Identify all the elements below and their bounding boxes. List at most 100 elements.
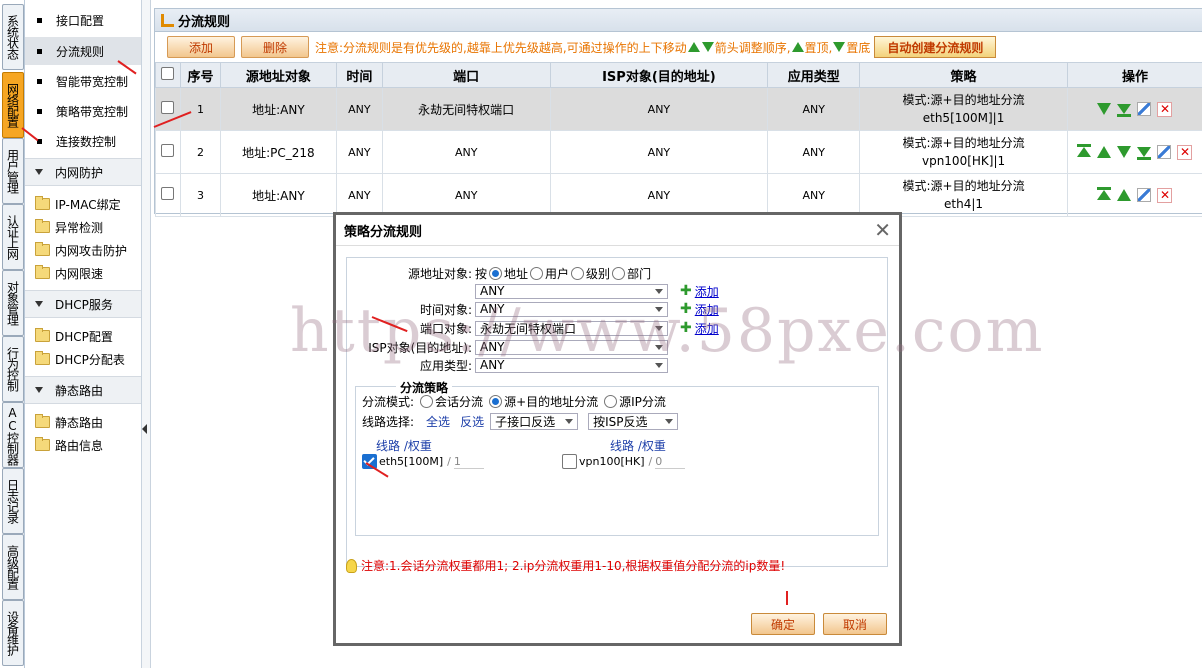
chevron-down-icon xyxy=(655,306,663,312)
row-checkbox[interactable] xyxy=(161,187,175,200)
dialog-title: 策略分流规则 xyxy=(344,224,423,240)
col-header-src: 源地址对象 xyxy=(219,62,337,88)
menu-item-split-rules[interactable]: 分流规则 xyxy=(25,37,141,65)
left-tab-6[interactable]: AC控制器 xyxy=(2,402,24,468)
add-button[interactable]: 添加 xyxy=(167,36,235,58)
move-bottom-icon[interactable] xyxy=(1117,104,1132,114)
move-top-icon[interactable] xyxy=(1097,190,1112,200)
left-tab-2[interactable]: 用户管理 xyxy=(2,138,24,204)
notice-text: 注意:分流规则是有优先级的,越靠上优先级越高,可通过操作的上下移动 箭头调整顺序… xyxy=(315,40,871,55)
menu-item-dhcp-table[interactable]: DHCP分配表 xyxy=(35,348,125,370)
menu-item-interface-config[interactable]: 接口配置 xyxy=(25,6,141,34)
isp-object-select[interactable]: ANY xyxy=(475,339,668,355)
radio-src-dst-split[interactable] xyxy=(489,395,503,408)
line-vpn100-weight[interactable]: 0 xyxy=(655,455,686,469)
add-src-link[interactable]: 添加 xyxy=(695,283,719,300)
move-top-icon[interactable] xyxy=(1077,147,1092,157)
split-mode-row: 分流模式: 会话分流 源+目的地址分流 源IP分流 xyxy=(362,395,666,409)
triangle-down-icon xyxy=(35,301,43,307)
add-time-link[interactable]: 添加 xyxy=(695,301,719,318)
col-header-isp: ISP对象(目的地址) xyxy=(549,62,769,88)
menu-item-lan-attack[interactable]: 内网攻击防护 xyxy=(35,239,127,261)
invert-link[interactable]: 反选 xyxy=(460,413,484,430)
menu-section-static-route[interactable]: 静态路由 xyxy=(25,376,141,404)
menu-section-lan-protect[interactable]: 内网防护 xyxy=(25,158,141,186)
left-tab-4[interactable]: 对象管理 xyxy=(2,270,24,336)
menu-item-route-info[interactable]: 路由信息 xyxy=(35,434,103,456)
sidebar-collapse-bar[interactable] xyxy=(142,0,151,668)
move-down-icon[interactable] xyxy=(1097,103,1112,115)
left-tab-7[interactable]: 日志记录 xyxy=(2,468,24,534)
move-up-icon[interactable] xyxy=(1097,146,1112,158)
delete-icon[interactable]: ✕ xyxy=(1177,144,1193,160)
edit-icon[interactable] xyxy=(1157,145,1172,159)
left-tab-0[interactable]: 系统状态 xyxy=(2,4,24,70)
bullet-icon xyxy=(37,78,42,84)
folder-icon xyxy=(35,265,50,279)
triangle-down-icon xyxy=(35,387,43,393)
move-up-icon[interactable] xyxy=(1117,189,1132,201)
col-header-policy: 策略 xyxy=(859,62,1068,88)
select-all-link[interactable]: 全选 xyxy=(426,413,450,430)
isp-invert-select[interactable]: 按ISP反选 xyxy=(588,413,679,430)
src-object-row: 源地址对象: 按 地址 用户 级别 部门 xyxy=(407,266,652,281)
left-tab-9[interactable]: 设备维护 xyxy=(2,600,24,666)
radio-user[interactable] xyxy=(530,266,544,280)
delete-icon[interactable]: ✕ xyxy=(1157,101,1173,117)
src-object-select[interactable]: ANY xyxy=(475,283,668,299)
select-all-checkbox[interactable] xyxy=(161,66,175,80)
folder-icon xyxy=(35,196,50,210)
move-down-icon[interactable] xyxy=(1117,146,1132,158)
chevron-down-icon xyxy=(655,288,663,294)
line-vpn100-checkbox[interactable] xyxy=(562,454,577,469)
bullet-icon xyxy=(37,17,42,23)
radio-department[interactable] xyxy=(612,266,626,280)
left-tab-8[interactable]: 高级配置 xyxy=(2,534,24,600)
radio-address[interactable] xyxy=(489,266,503,280)
sub-interface-invert-select[interactable]: 子接口反选 xyxy=(490,413,579,430)
radio-level[interactable] xyxy=(571,266,585,280)
left-tab-5[interactable]: 行为控制 xyxy=(2,336,24,402)
port-object-select[interactable]: 永劫无间特权端口 xyxy=(475,320,668,336)
lightbulb-icon xyxy=(346,558,357,573)
edit-icon[interactable] xyxy=(1137,102,1152,116)
time-object-row: 时间对象: ANY ✚ 添加 xyxy=(419,301,719,318)
move-bottom-icon[interactable] xyxy=(1137,147,1152,157)
line-weight-header-1: 线路 /权重 xyxy=(376,439,432,453)
split-rules-panel: 分流规则 添加 删除 注意:分流规则是有优先级的,越靠上优先级越高,可通过操作的… xyxy=(154,8,1202,217)
edit-icon[interactable] xyxy=(1137,188,1152,202)
table-row[interactable]: 1 地址:ANY ANY 永劫无间特权端口 ANY ANY 模式:源+目的地址分… xyxy=(155,87,1202,131)
policy-split-dialog: 策略分流规则 ✕ 源地址对象: 按 地址 用户 级别 部门 ANY ✚ 添加 时间… xyxy=(333,212,902,646)
ok-button[interactable]: 确定 xyxy=(751,613,815,635)
row-checkbox[interactable] xyxy=(161,101,175,114)
close-icon[interactable]: ✕ xyxy=(874,218,891,242)
delete-icon[interactable]: ✕ xyxy=(1157,187,1173,203)
table-row[interactable]: 2 地址:PC_218 ANY ANY ANY ANY 模式:源+目的地址分流 v… xyxy=(155,130,1202,174)
radio-session-split[interactable] xyxy=(420,395,434,408)
auto-create-rule-button[interactable]: 自动创建分流规则 xyxy=(874,36,997,58)
app-type-select[interactable]: ANY xyxy=(475,357,668,373)
menu-item-anomaly[interactable]: 异常检测 xyxy=(35,216,103,238)
left-vertical-tabs: 系统状态 网络配置 用户管理 认证上网 对象管理 行为控制 AC控制器 日志记录 高级配置 设备维… xyxy=(0,0,25,668)
table-row[interactable]: 3 地址:ANY ANY ANY ANY ANY 模式:源+目的地址分流 eth4… xyxy=(155,173,1202,217)
left-tab-3[interactable]: 认证上网 xyxy=(2,204,24,270)
col-header-port: 端口 xyxy=(381,62,551,88)
line-eth5-weight[interactable]: 1 xyxy=(453,455,484,469)
delete-button[interactable]: 删除 xyxy=(241,36,309,58)
menu-item-ip-mac[interactable]: IP-MAC绑定 xyxy=(35,193,121,215)
time-object-select[interactable]: ANY xyxy=(475,301,668,317)
menu-item-policy-bandwidth[interactable]: 策略带宽控制 xyxy=(25,97,141,125)
line-select-row: 线路选择: 全选 反选 子接口反选 按ISP反选 xyxy=(362,413,679,430)
menu-item-lan-limit[interactable]: 内网限速 xyxy=(35,262,103,284)
folder-icon xyxy=(35,328,50,342)
menu-section-dhcp[interactable]: DHCP服务 xyxy=(25,290,141,318)
add-port-link[interactable]: 添加 xyxy=(695,320,719,337)
chevron-down-icon xyxy=(665,419,674,424)
menu-item-static-route[interactable]: 静态路由 xyxy=(35,411,103,433)
menu-item-connection-limit[interactable]: 连接数控制 xyxy=(25,127,141,155)
menu-item-smart-bandwidth[interactable]: 智能带宽控制 xyxy=(25,67,141,95)
radio-srcip-split[interactable] xyxy=(604,395,618,408)
cancel-button[interactable]: 取消 xyxy=(823,613,887,635)
row-checkbox[interactable] xyxy=(161,144,175,157)
menu-item-dhcp-config[interactable]: DHCP配置 xyxy=(35,325,113,347)
